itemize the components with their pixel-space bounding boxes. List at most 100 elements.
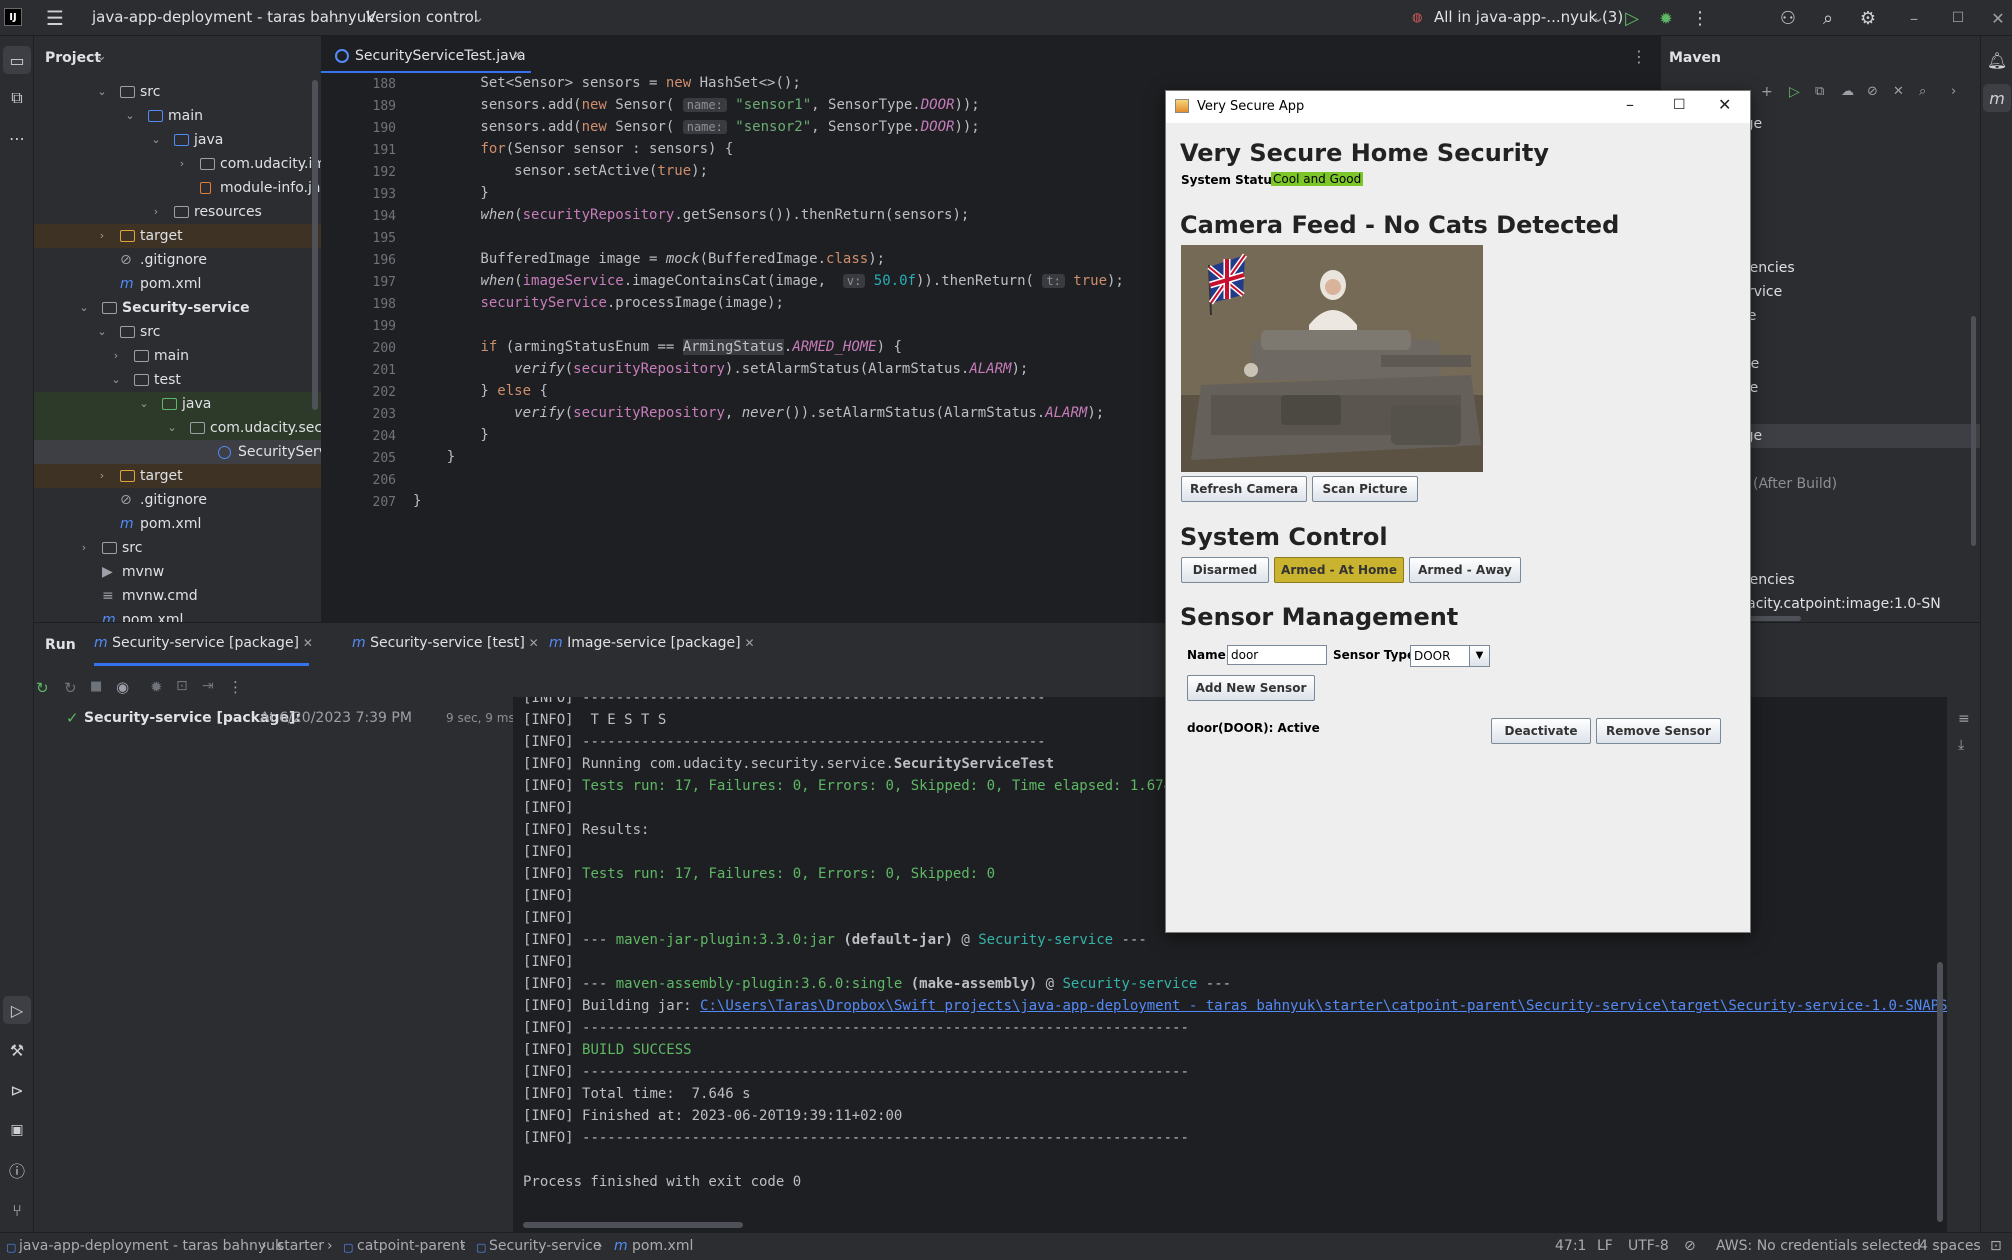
editor-more-icon[interactable]: ⋮ [1631,47,1647,66]
project-scrollbar[interactable] [312,80,318,410]
tree-item-main[interactable]: › main [34,344,321,368]
breadcrumb-catpoint-parent[interactable]: catpoint-parent [357,1238,465,1254]
structure-icon[interactable]: ⧉ [3,84,31,112]
project-panel-chevron-icon[interactable]: ⌄ [96,49,107,64]
tree-item-pom-xml[interactable]: m pom.xml [34,512,321,536]
app-titlebar[interactable]: Very Secure App – ☐ ✕ [1166,91,1750,123]
aws-status[interactable]: AWS: No credentials selected [1716,1238,1921,1254]
problems-icon[interactable]: ⓘ [3,1156,31,1184]
project-panel-title[interactable]: Project [45,50,101,66]
tree-item-main[interactable]: ⌄ main [34,104,321,128]
sensor-type-dropdown-arrow-icon[interactable]: ▼ [1469,646,1489,666]
collapsed-chevron-icon[interactable]: › [176,152,188,176]
collapsed-chevron-icon[interactable]: › [96,224,108,248]
tree-item-securityservic[interactable]: SecurityServic [34,440,321,464]
project-tool-folder-icon[interactable]: ▭ [3,46,31,74]
collapsed-chevron-icon[interactable]: › [150,200,162,224]
breadcrumb-starter[interactable]: starter [277,1238,324,1254]
sensor-name-input[interactable]: door [1227,645,1327,665]
breadcrumb-project[interactable]: java-app-deployment - taras bahnyuk [19,1238,283,1254]
collapsed-chevron-icon[interactable]: › [110,344,122,368]
app-maximize-icon[interactable]: ☐ [1673,97,1686,113]
indent-setting[interactable]: 4 spaces [1919,1238,1981,1254]
maven-skip-tests-icon[interactable]: ⊘ [1867,84,1878,99]
tree-item-com-udacity-secu[interactable]: ⌄ com.udacity.secu [34,416,321,440]
maven-offline-icon[interactable]: ☁ [1841,84,1854,99]
run-tab-0[interactable]: m Security-service [package] ✕ [94,635,313,651]
expanded-chevron-icon[interactable]: ⌄ [166,416,178,440]
run-tab-close-icon[interactable]: ✕ [525,636,539,650]
tree-item-src[interactable]: › src [34,536,321,560]
show-output-eye-icon[interactable]: ◉ [116,678,129,696]
tree-item-resources[interactable]: › resources [34,200,321,224]
maven-more-icon[interactable]: › [1951,84,1956,99]
vcs-chevron-icon[interactable]: ⌄ [472,8,485,26]
scan-picture-button[interactable]: Scan Picture [1312,476,1418,502]
add-user-icon[interactable]: ⚇ [1776,6,1800,30]
run-tab-close-icon[interactable]: ✕ [299,636,313,650]
tree-item-com-udacity-imag[interactable]: › com.udacity.imag [34,152,321,176]
vcs-menu[interactable]: Version control [366,8,478,26]
maven-execute-goal-icon[interactable]: ⧉ [1815,84,1824,99]
tree-item-gitignore[interactable]: ⊘ .gitignore [34,488,321,512]
maven-collapse-icon[interactable]: ✕ [1893,84,1904,99]
console-h-scrollbar[interactable] [523,1222,743,1228]
tree-item-mvnw[interactable]: ▶ mvnw [34,560,321,584]
export-icon[interactable]: ⇥ [202,678,214,694]
more-actions-icon[interactable]: ⋮ [1690,6,1710,30]
expanded-chevron-icon[interactable]: ⌄ [96,80,108,104]
rerun-icon[interactable]: ↻ [36,679,49,697]
line-separator[interactable]: LF [1597,1238,1613,1254]
refresh-camera-button[interactable]: Refresh Camera [1181,476,1307,502]
tree-item-src[interactable]: ⌄ src [34,320,321,344]
tree-item-java[interactable]: ⌄ java [34,392,321,416]
expanded-chevron-icon[interactable]: ⌄ [150,128,162,152]
tree-item-target[interactable]: › target [34,464,321,488]
mode-armed-home-button[interactable]: Armed - At Home [1274,557,1404,583]
tree-item-mvnw-cmd[interactable]: ≡ mvnw.cmd [34,584,321,608]
deactivate-sensor-button[interactable]: Deactivate [1491,718,1591,744]
maven-analyze-icon[interactable]: ⌕ [1919,84,1926,99]
run-config-chevron-icon[interactable]: ⌄ [1592,8,1605,26]
tree-item-test[interactable]: ⌄ test [34,368,321,392]
screenshot-icon[interactable]: ⊡ [176,678,188,694]
build-hammer-icon[interactable]: ⚒ [3,1036,31,1064]
tab-securityservicetest[interactable]: SecurityServiceTest.java ✕ [321,45,531,73]
file-encoding[interactable]: UTF-8 [1628,1238,1669,1254]
search-icon[interactable]: ⌕ [1816,6,1840,30]
stop-icon[interactable]: ■ [90,679,102,694]
mode-disarmed-button[interactable]: Disarmed [1181,557,1269,583]
git-icon[interactable]: ⑂ [3,1196,31,1224]
debug-disabled-icon[interactable]: ✹ [150,678,163,696]
collapsed-chevron-icon[interactable]: › [78,536,90,560]
maven-add-icon[interactable]: + [1761,84,1773,100]
collapsed-chevron-icon[interactable]: › [96,464,108,488]
scroll-to-end-icon[interactable]: ⤓ [1958,737,1964,753]
notifications-bell-icon[interactable]: 🔔︎ [1983,46,2011,74]
run-tool-icon[interactable]: ▷ [3,996,31,1024]
mode-armed-away-button[interactable]: Armed - Away [1409,557,1521,583]
expanded-chevron-icon[interactable]: ⌄ [78,296,90,320]
expanded-chevron-icon[interactable]: ⌄ [96,320,108,344]
tree-item-java[interactable]: ⌄ java [34,128,321,152]
maximize-icon[interactable]: ☐ [1946,6,1970,30]
jar-path-link[interactable]: C:\Users\Taras\Dropbox\Swift projects\ja… [700,998,1947,1014]
sensor-type-select[interactable]: DOOR ▼ [1410,645,1490,667]
run-tab-close-icon[interactable]: ✕ [741,636,754,650]
breadcrumb-security-service[interactable]: Security-service [489,1238,601,1254]
expanded-chevron-icon[interactable]: ⌄ [138,392,150,416]
run-tab-2[interactable]: m Image-service [package] ✕ [549,635,755,651]
minimize-icon[interactable]: – [1902,6,1926,30]
unlock-icon[interactable]: ⊡ [1990,1238,2002,1254]
tree-item-gitignore[interactable]: ⊘ .gitignore [34,248,321,272]
maven-tool-icon[interactable]: m [1983,84,2011,112]
caret-position[interactable]: 47:1 [1555,1238,1586,1254]
maven-run-icon[interactable]: ▷ [1789,84,1800,100]
settings-gear-icon[interactable]: ⚙ [1856,6,1880,30]
app-close-icon[interactable]: ✕ [1718,95,1731,114]
tree-item-pom-xml[interactable]: m pom.xml [34,272,321,296]
run-tab-1[interactable]: m Security-service [test] ✕ [352,635,539,651]
readonly-lock-icon[interactable]: ⊘ [1684,1238,1696,1254]
more-tools-icon[interactable]: ⋯ [3,124,31,152]
soft-wrap-icon[interactable]: ≡ [1958,711,1970,727]
